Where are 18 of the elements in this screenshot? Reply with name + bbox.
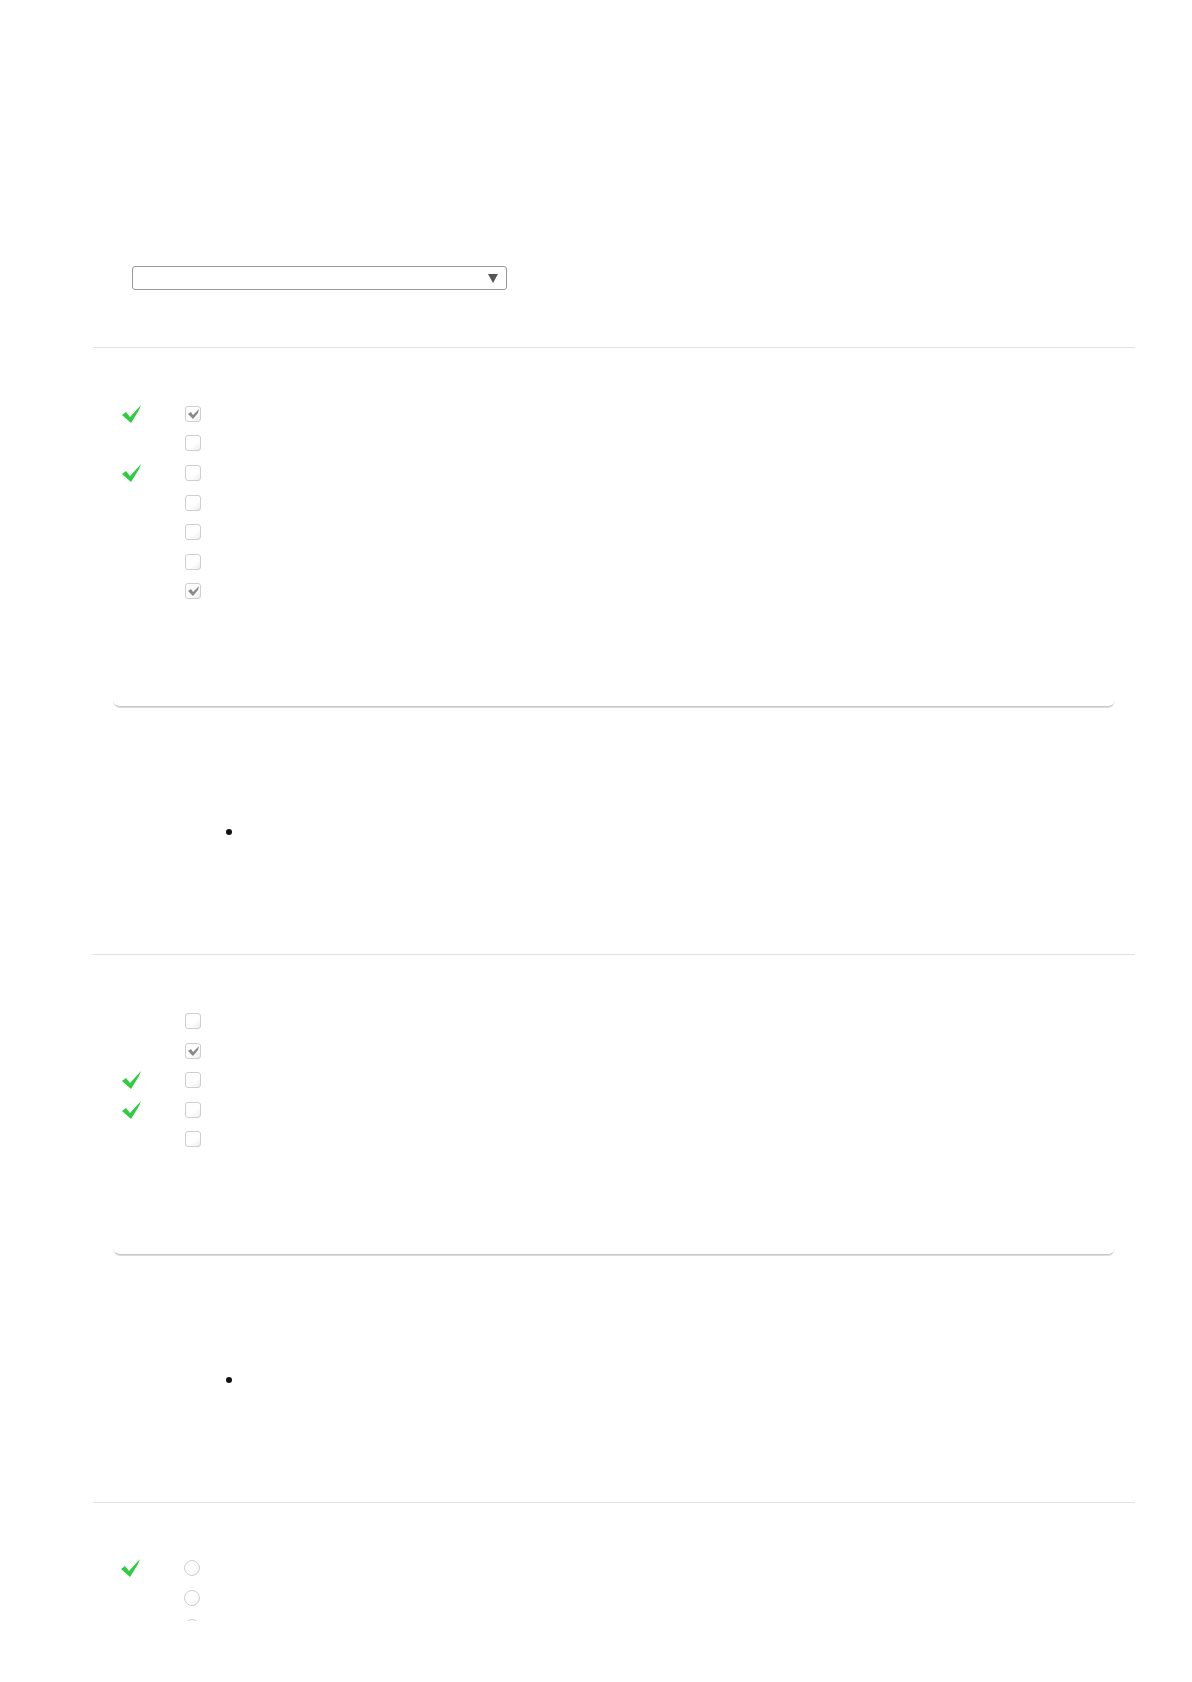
checkbox[interactable] <box>185 494 201 511</box>
checkbox[interactable] <box>185 405 201 422</box>
checkbox[interactable] <box>185 583 201 600</box>
checkbox[interactable] <box>185 524 201 541</box>
caret-icon <box>488 273 498 283</box>
checkbox[interactable] <box>185 1101 201 1118</box>
bullet-point <box>226 829 232 836</box>
checkbox[interactable] <box>185 1042 201 1059</box>
checkbox[interactable] <box>185 1131 201 1148</box>
dropdown[interactable] <box>132 266 507 290</box>
checkbox[interactable] <box>185 553 201 570</box>
radio-button[interactable] <box>184 1559 200 1576</box>
bullet-point <box>226 1377 232 1384</box>
checkbox[interactable] <box>185 465 201 481</box>
checkbox[interactable] <box>185 1072 201 1089</box>
checkbox[interactable] <box>185 1012 201 1029</box>
checkbox[interactable] <box>185 435 201 452</box>
radio-button[interactable] <box>184 1589 200 1606</box>
